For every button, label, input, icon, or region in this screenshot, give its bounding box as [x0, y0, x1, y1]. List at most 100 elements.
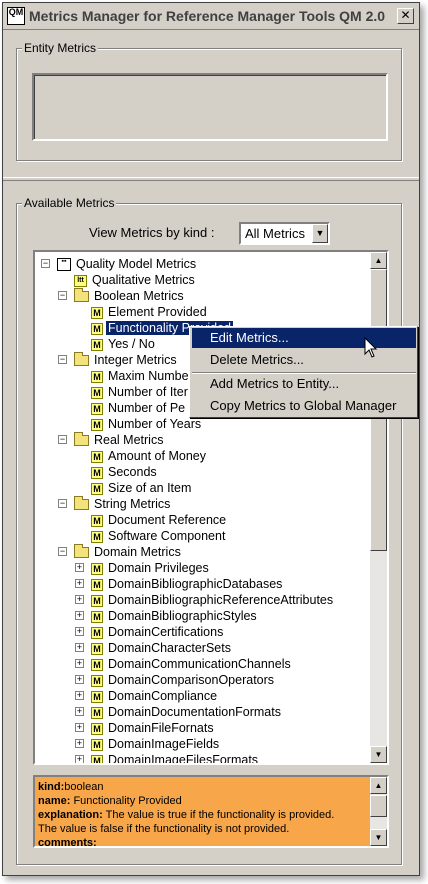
tree-node[interactable]: M DomainImageFilesFormats [91, 752, 260, 763]
metric-icon: M [91, 722, 103, 735]
expand-toggle-icon[interactable]: + [75, 739, 84, 748]
tree-node-label: DomainCompliance [108, 689, 218, 703]
tree-node[interactable]: Domain Metrics [74, 544, 183, 560]
tree-node-label: Element Provided [108, 305, 207, 319]
tree-node[interactable]: M DomainCharacterSets [91, 640, 233, 656]
tree-node[interactable]: M DomainCommunicationChannels [91, 656, 293, 672]
tree-node[interactable]: M Amount of Money [91, 448, 208, 464]
metrics-kind-select[interactable]: All Metrics ▼ [239, 222, 330, 245]
tree-node[interactable]: String Metrics [74, 496, 172, 512]
tree-node-label: Amount of Money [108, 449, 206, 463]
close-button[interactable]: ✕ [397, 8, 414, 24]
expand-toggle-icon[interactable]: + [75, 707, 84, 716]
tree-node[interactable]: M DomainComparisonOperators [91, 672, 276, 688]
tree-node[interactable]: M Number of Pe [91, 400, 187, 416]
tree-node[interactable]: M DomainFileFornats [91, 720, 216, 736]
expand-toggle-icon[interactable]: + [75, 675, 84, 684]
collapse-toggle-icon[interactable]: − [58, 355, 67, 364]
desc-scroll-down-icon[interactable]: ▼ [370, 829, 387, 846]
expand-toggle-icon[interactable]: + [75, 723, 84, 732]
expand-toggle-icon[interactable]: + [75, 611, 84, 620]
tree-node-label: DomainCommunicationChannels [108, 657, 291, 671]
menu-item-edit-metrics[interactable]: Edit Metrics... [192, 328, 416, 348]
metric-icon: M [91, 418, 103, 431]
tree-node[interactable]: M DomainCompliance [91, 688, 219, 704]
tree-node[interactable]: M Document Reference [91, 512, 228, 528]
tree-node[interactable]: M Number of Iter [91, 384, 190, 400]
metric-icon: M [91, 594, 103, 607]
tree-node[interactable]: M Yes / No [91, 336, 157, 352]
tree-node[interactable]: ltt Qualitative Metrics [74, 272, 197, 288]
metric-icon: M [91, 738, 103, 751]
expand-toggle-icon[interactable]: + [75, 691, 84, 700]
tree-node-label: Size of an Item [108, 481, 192, 495]
metric-icon: M [91, 386, 103, 399]
metric-icon: M [91, 530, 103, 543]
tree-node[interactable]: ▪▪ Quality Model Metrics [57, 256, 198, 272]
available-metrics-legend: Available Metrics [22, 196, 117, 210]
expand-toggle-icon[interactable]: + [75, 627, 84, 636]
tree-node[interactable]: M DomainImageFields [91, 736, 221, 752]
qualitative-icon: ltt [74, 274, 87, 287]
tree-node-label: Number of Years [108, 417, 202, 431]
tree-node-label: Number of Iter [108, 385, 188, 399]
metric-description-text: kind:boolean name: Functionality Provide… [38, 780, 370, 846]
tree-node[interactable]: M Software Component [91, 528, 227, 544]
collapse-toggle-icon[interactable]: − [58, 499, 67, 508]
collapse-toggle-icon[interactable]: − [58, 435, 67, 444]
entity-metrics-group: Entity Metrics [16, 41, 402, 161]
tree-node[interactable]: M DomainDocumentationFormats [91, 704, 283, 720]
metrics-kind-value: All Metrics [245, 226, 305, 241]
desc-scroll-thumb[interactable] [370, 795, 387, 817]
expand-toggle-icon[interactable]: + [75, 755, 84, 763]
tree-node[interactable]: M DomainBibliographicStyles [91, 608, 259, 624]
tree-node[interactable]: M Element Provided [91, 304, 209, 320]
tree-node[interactable]: M DomainBibliographicDatabases [91, 576, 284, 592]
metric-icon: M [91, 706, 103, 719]
title-bar[interactable]: QM Metrics Manager for Reference Manager… [3, 3, 419, 30]
tree-node-label: Document Reference [108, 513, 227, 527]
metric-icon: M [91, 754, 103, 763]
expand-toggle-icon[interactable]: + [75, 659, 84, 668]
qm-icon: ▪▪ [57, 258, 71, 272]
tree-node[interactable]: M DomainBibliographicReferenceAttributes [91, 592, 335, 608]
expand-toggle-icon[interactable]: + [75, 579, 84, 588]
desc-scroll-up-icon[interactable]: ▲ [370, 777, 387, 794]
name-value: Functionality Provided [70, 795, 182, 807]
kind-key: kind: [38, 781, 65, 793]
panel-splitter[interactable] [3, 177, 419, 181]
tree-node[interactable]: M Number of Years [91, 416, 203, 432]
dropdown-arrow-icon[interactable]: ▼ [312, 224, 328, 243]
metric-icon: M [91, 562, 103, 575]
metric-icon: M [91, 690, 103, 703]
tree-node[interactable]: Integer Metrics [74, 352, 179, 368]
description-scrollbar[interactable]: ▲ ▼ [370, 777, 387, 846]
tree-node[interactable]: M Size of an Item [91, 480, 193, 496]
tree-node[interactable]: Real Metrics [74, 432, 165, 448]
scroll-up-icon[interactable]: ▲ [370, 252, 387, 269]
tree-node[interactable]: M DomainCertifications [91, 624, 225, 640]
tree-node[interactable]: Boolean Metrics [74, 288, 186, 304]
tree-node-label: String Metrics [94, 497, 171, 511]
menu-item-copy-metrics-to-global[interactable]: Copy Metrics to Global Manager [192, 396, 416, 416]
tree-node[interactable]: M Maxim Numbe [91, 368, 191, 384]
metric-icon: M [91, 482, 103, 495]
menu-item-add-metrics-to-entity[interactable]: Add Metrics to Entity... [192, 374, 416, 394]
tree-node[interactable]: M Seconds [91, 464, 159, 480]
scroll-down-icon[interactable]: ▼ [370, 746, 387, 763]
collapse-toggle-icon[interactable]: − [41, 259, 50, 268]
metric-icon: M [91, 658, 103, 671]
expand-toggle-icon[interactable]: + [75, 595, 84, 604]
folder-icon [74, 432, 89, 447]
metric-icon: M [91, 578, 103, 591]
tree-node-label: DomainBibliographicReferenceAttributes [108, 593, 334, 607]
metric-icon: M [91, 322, 103, 335]
expand-toggle-icon[interactable]: + [75, 643, 84, 652]
tree-node[interactable]: M Domain Privileges [91, 560, 211, 576]
explanation-key: explanation: [38, 809, 103, 821]
metric-icon: M [91, 514, 103, 527]
collapse-toggle-icon[interactable]: − [58, 547, 67, 556]
collapse-toggle-icon[interactable]: − [58, 291, 67, 300]
menu-item-delete-metrics[interactable]: Delete Metrics... [192, 350, 416, 370]
expand-toggle-icon[interactable]: + [75, 563, 84, 572]
